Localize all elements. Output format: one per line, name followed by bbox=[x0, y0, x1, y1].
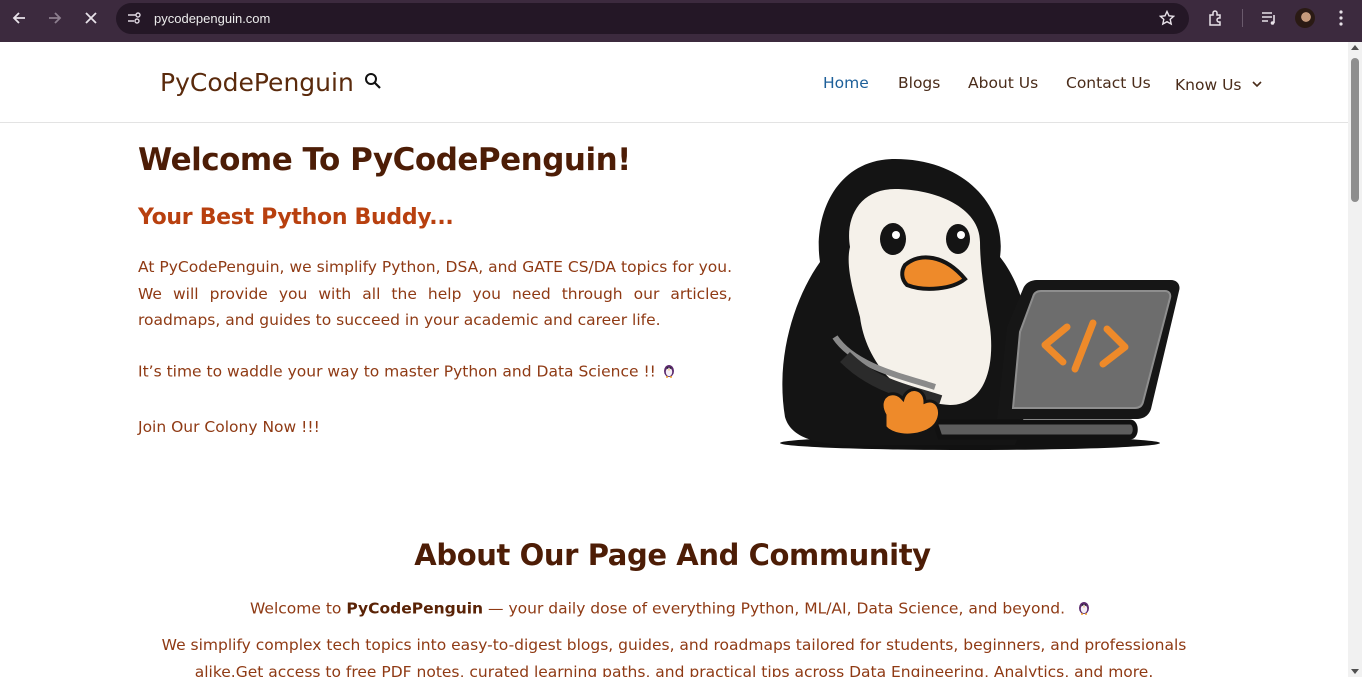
back-icon[interactable] bbox=[4, 5, 34, 31]
search-icon[interactable] bbox=[364, 72, 382, 95]
about-intro-pre: Welcome to bbox=[250, 599, 347, 618]
web-page: PyCodePenguin Home Blogs About Us Contac… bbox=[0, 42, 1348, 677]
nav-blogs[interactable]: Blogs bbox=[898, 74, 940, 92]
about-intro-post: — your daily dose of everything Python, … bbox=[483, 599, 1066, 618]
page-scrollbar[interactable] bbox=[1348, 42, 1362, 677]
more-menu-icon[interactable] bbox=[1330, 7, 1352, 29]
extensions-icon[interactable] bbox=[1205, 7, 1227, 29]
nav-home[interactable]: Home bbox=[823, 74, 869, 92]
nav-contact-us[interactable]: Contact Us bbox=[1066, 74, 1151, 92]
address-bar[interactable]: pycodepenguin.com bbox=[116, 3, 1189, 34]
nav-know-us-label: Know Us bbox=[1175, 76, 1242, 94]
stop-loading-icon[interactable] bbox=[76, 5, 106, 31]
penguin-emoji-icon bbox=[1076, 599, 1092, 619]
browser-toolbar: pycodepenguin.com bbox=[0, 0, 1362, 42]
hero-paragraph: At PyCodePenguin, we simplify Python, DS… bbox=[138, 258, 732, 329]
chevron-down-icon bbox=[1252, 74, 1263, 92]
about-intro-brand: PyCodePenguin bbox=[346, 599, 484, 618]
forward-icon[interactable] bbox=[40, 5, 70, 31]
bookmark-star-icon[interactable] bbox=[1158, 9, 1176, 31]
url-text[interactable]: pycodepenguin.com bbox=[154, 11, 270, 26]
about-section-title: About Our Page And Community bbox=[414, 538, 931, 572]
hero-waddle-line: It’s time to waddle your way to master P… bbox=[138, 362, 677, 382]
toolbar-divider bbox=[1242, 9, 1243, 27]
penguin-laptop-illustration bbox=[775, 147, 1185, 462]
about-intro-line: Welcome to PyCodePenguin — your daily do… bbox=[0, 599, 1342, 619]
profile-avatar[interactable] bbox=[1294, 7, 1316, 29]
hero-subtitle: Your Best Python Buddy... bbox=[138, 205, 454, 230]
media-controls-icon[interactable] bbox=[1258, 7, 1280, 29]
penguin-emoji-icon bbox=[661, 362, 677, 382]
scroll-down-arrow-icon[interactable] bbox=[1351, 669, 1359, 674]
about-description: We simplify complex tech topics into eas… bbox=[161, 636, 1187, 677]
scrollbar-thumb[interactable] bbox=[1351, 58, 1359, 202]
scroll-up-arrow-icon[interactable] bbox=[1351, 45, 1359, 50]
hero-waddle-text: It’s time to waddle your way to master P… bbox=[138, 362, 656, 381]
site-logo[interactable]: PyCodePenguin bbox=[160, 68, 354, 97]
nav-about-us[interactable]: About Us bbox=[968, 74, 1038, 92]
site-header: PyCodePenguin Home Blogs About Us Contac… bbox=[0, 42, 1348, 123]
nav-know-us[interactable]: Know Us bbox=[1175, 74, 1263, 94]
site-info-icon[interactable] bbox=[126, 10, 142, 31]
hero-title: Welcome To PyCodePenguin! bbox=[138, 142, 631, 178]
hero-join-line: Join Our Colony Now !!! bbox=[138, 418, 320, 436]
